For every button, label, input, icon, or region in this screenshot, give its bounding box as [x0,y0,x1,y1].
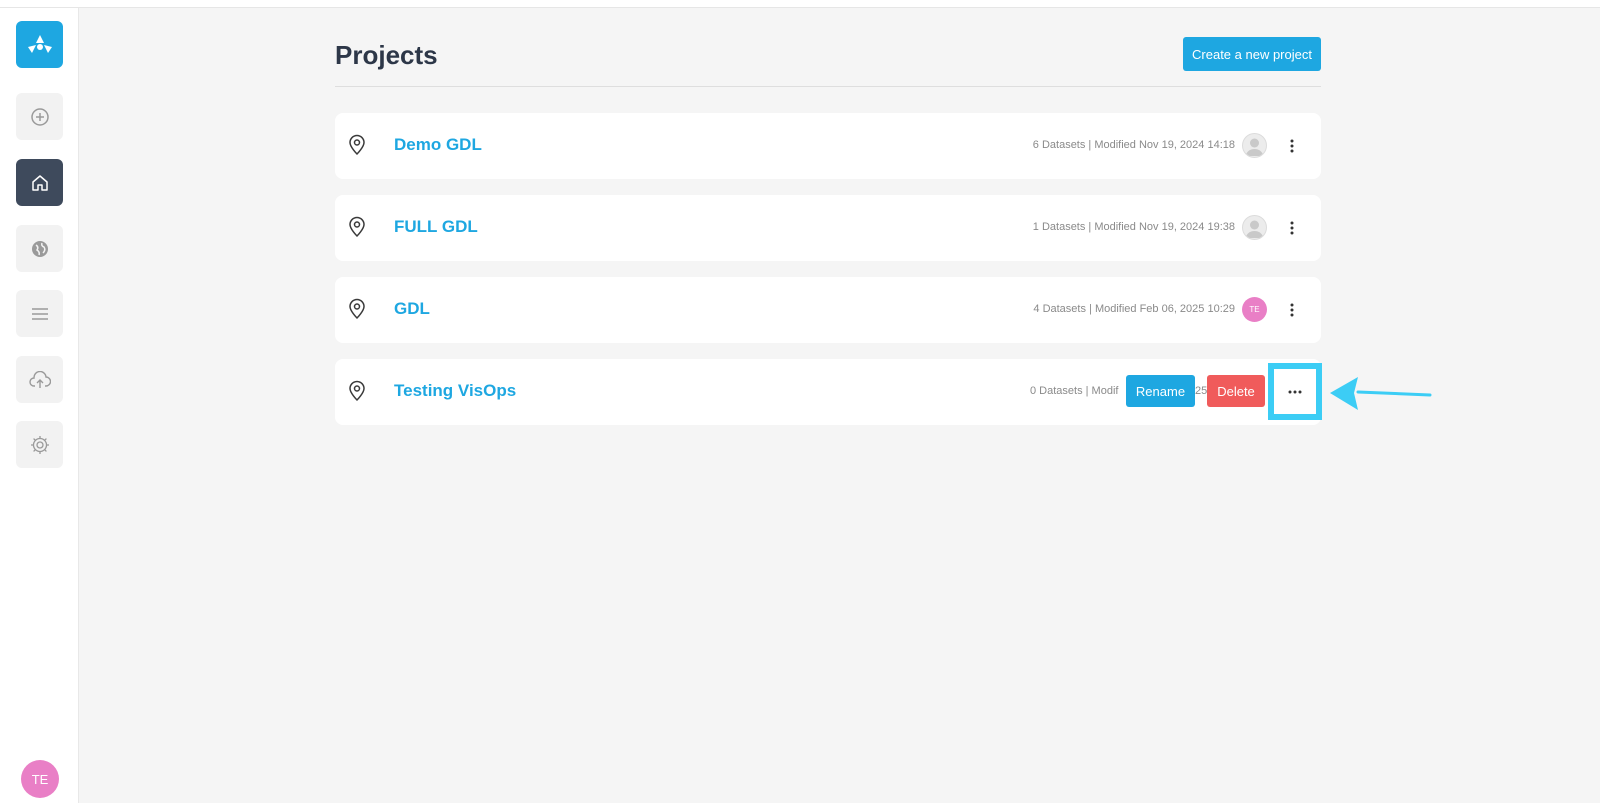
user-avatar[interactable]: TE [21,760,59,798]
upload-cloud-icon [28,370,51,388]
project-card[interactable]: Demo GDL 6 Datasets | Modified Nov 19, 2… [335,113,1321,179]
settings-button[interactable] [16,421,63,468]
project-card[interactable]: Testing VisOps 0 Datasets | Modif 25 Ren… [335,359,1322,425]
more-options-button[interactable] [1285,216,1299,240]
new-item-button[interactable] [16,93,63,140]
location-pin-icon [349,134,365,156]
project-meta: 1 Datasets | Modified Nov 19, 2024 19:38 [1032,221,1235,233]
location-pin-icon [349,216,365,238]
home-icon [31,174,48,191]
user-silhouette-icon [1246,138,1263,156]
project-meta-visible: 0 Datasets | Modif [1030,385,1119,397]
page-title: Projects [335,40,438,70]
project-meta: 0 Datasets | Modif [1030,385,1118,397]
project-name[interactable]: FULL GDL [394,217,478,237]
more-options-button[interactable] [1285,298,1299,322]
project-name[interactable]: Demo GDL [394,135,482,155]
create-project-button[interactable]: Create a new project [1183,37,1321,71]
location-pin-icon [349,298,365,320]
list-button[interactable] [16,290,63,337]
vertical-dots-icon [1290,303,1294,317]
project-card[interactable]: FULL GDL 1 Datasets | Modified Nov 19, 2… [335,195,1321,261]
owner-avatar [1242,133,1267,158]
location-pin-icon [349,380,365,402]
project-name[interactable]: Testing VisOps [394,381,516,401]
upload-button[interactable] [16,356,63,403]
owner-avatar: TE [1242,297,1267,322]
gear-icon [30,435,49,454]
menu-icon [31,307,48,320]
owner-avatar [1242,215,1267,240]
horizontal-dots-icon [1288,390,1302,393]
user-silhouette-icon [1246,220,1263,238]
project-name[interactable]: GDL [394,299,430,319]
more-options-button-highlighted[interactable] [1268,363,1322,420]
user-initials: TE [31,771,49,787]
more-options-button[interactable] [1285,134,1299,158]
sidebar: TE [0,8,79,803]
vertical-dots-icon [1290,139,1294,153]
owner-initials: TE [1249,305,1260,314]
logo-icon [27,34,52,53]
project-card[interactable]: GDL 4 Datasets | Modified Feb 06, 2025 1… [335,277,1321,343]
delete-button[interactable]: Delete [1207,375,1265,407]
header-divider [335,86,1321,87]
globe-icon [31,240,48,257]
project-meta: 4 Datasets | Modified Feb 06, 2025 10:29 [1033,303,1235,315]
plus-circle-icon [30,107,49,126]
top-border [0,0,1600,8]
project-meta: 6 Datasets | Modified Nov 19, 2024 14:18 [1032,139,1235,151]
globe-button[interactable] [16,225,63,272]
annotation-arrow-icon [1330,377,1432,410]
vertical-dots-icon [1290,221,1294,235]
home-button[interactable] [16,159,63,206]
rename-button[interactable]: Rename [1126,375,1195,407]
logo-button[interactable] [16,21,63,68]
project-meta-faded: 25 [1195,385,1208,397]
